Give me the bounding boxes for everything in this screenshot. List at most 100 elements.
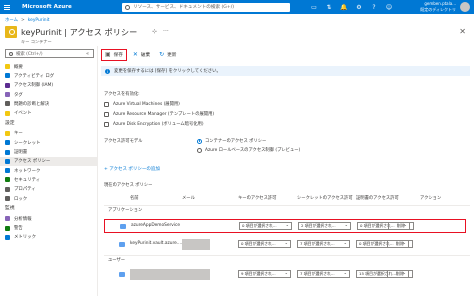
settings-gear-icon[interactable]: ⚙ (355, 4, 363, 11)
command-bar: ▣ 保存 ✕ 破棄 ↻ 更新 (101, 47, 179, 62)
collapse-sidebar-icon[interactable]: « (86, 51, 89, 57)
feedback-icon[interactable]: ☺ (385, 4, 393, 11)
delete-button[interactable]: 削除 (387, 270, 413, 278)
lock-icon (5, 196, 10, 201)
radio-dot[interactable] (197, 147, 202, 153)
sidebar-item-events[interactable]: イベント (0, 108, 97, 117)
sidebar-item-label: ネットワーク (14, 168, 41, 174)
redacted-user (130, 269, 210, 280)
sidebar: 検索 (Ctrl+/) « 概要 アクティビティ ログ アクセス制御 (IAM)… (0, 46, 98, 296)
sidebar-item-label: タグ (14, 92, 23, 98)
sidebar-section-settings: 設定 (5, 120, 15, 126)
sidebar-item-label: 問題の診断と解決 (14, 101, 50, 107)
page-subtitle: キー コンテナー (21, 39, 52, 44)
sidebar-item-metrics[interactable]: メトリック (0, 233, 97, 242)
breadcrumb: ホーム > keyPurinit (5, 18, 50, 23)
sidebar-item-diagnose[interactable]: 問題の診断と解決 (0, 99, 97, 108)
sidebar-item-properties[interactable]: プロパティ (0, 185, 97, 194)
sidebar-item-certificates[interactable]: 証明書 (0, 147, 97, 156)
access-policy-icon (5, 158, 10, 164)
properties-icon (5, 186, 10, 192)
help-icon[interactable]: ? (370, 4, 378, 11)
breadcrumb-home[interactable]: ホーム (5, 18, 18, 23)
refresh-icon: ↻ (159, 51, 165, 58)
disk-encryption-checkbox[interactable]: Azure Disk Encryption (ボリューム暗号化用) (104, 121, 204, 127)
table-row[interactable]: keyPurinit.vault.azure.... 0 項目が選択され... … (104, 238, 466, 252)
sidebar-item-insights[interactable]: 分析情報 (0, 214, 97, 223)
checkbox-label: Azure Virtual Machines (展開用) (113, 102, 180, 107)
save-button[interactable]: ▣ 保存 (101, 48, 127, 61)
permission-model-label: アクセス許可モデル (104, 139, 143, 144)
sidebar-item-label: ロック (14, 196, 28, 202)
vm-deployment-checkbox[interactable]: Azure Virtual Machines (展開用) (104, 101, 180, 107)
sidebar-item-alerts[interactable]: 警告 (0, 223, 97, 232)
sidebar-search-placeholder: 検索 (Ctrl+/) (16, 51, 43, 57)
info-text: 変更を保存するには [保存] をクリックしてください。 (114, 69, 221, 74)
account-menu[interactable]: gemben.ptala... 既定のディレクトリ (420, 1, 470, 13)
wrench-icon (5, 101, 10, 107)
more-icon[interactable]: ··· (163, 28, 169, 35)
key-permissions-select[interactable]: 0 項目が選択され... (239, 222, 292, 230)
save-label: 保存 (113, 52, 123, 58)
secret-permissions-select[interactable]: 7 項目が選択され... (297, 270, 350, 278)
key-permissions-select[interactable]: 9 項目が選択され... (238, 270, 291, 278)
notifications-icon[interactable]: 🔔 (340, 4, 348, 11)
alert-icon (5, 225, 10, 231)
table-row[interactable]: 9 項目が選択され... 7 項目が選択され... 15 項目が選択され... … (104, 268, 466, 282)
discard-icon: ✕ (132, 51, 138, 58)
activity-log-icon (5, 73, 10, 79)
sidebar-item-keys[interactable]: キー (0, 129, 97, 138)
sidebar-item-access-policies[interactable]: アクセス ポリシー (0, 156, 97, 166)
delete-button[interactable]: 削除 (387, 240, 413, 248)
sidebar-item-networking[interactable]: ネットワーク (0, 166, 97, 175)
refresh-button[interactable]: ↻ 更新 (156, 49, 179, 61)
current-policies-label: 現在のアクセス ポリシー (104, 183, 153, 188)
checkbox-box[interactable] (104, 121, 109, 127)
sidebar-item-secrets[interactable]: シークレット (0, 138, 97, 147)
global-search-input[interactable]: リソース、サービス、ドキュメントの検索 (G+/) (122, 2, 290, 12)
sidebar-item-security[interactable]: セキュリティ (0, 175, 97, 184)
arm-deployment-checkbox[interactable]: Azure Resource Manager (テンプレートの展開用) (104, 111, 214, 117)
sidebar-item-overview[interactable]: 概要 (0, 62, 97, 71)
brand-title[interactable]: Microsoft Azure (22, 4, 92, 10)
key-icon (5, 130, 10, 136)
menu-icon[interactable] (0, 0, 14, 14)
sidebar-item-label: 警告 (14, 226, 23, 232)
sidebar-item-tags[interactable]: タグ (0, 90, 97, 99)
discard-button[interactable]: ✕ 破棄 (130, 49, 153, 61)
checkbox-box[interactable] (104, 101, 109, 107)
top-bar: Microsoft Azure リソース、サービス、ドキュメントの検索 (G+/… (0, 0, 474, 14)
sidebar-item-label: メトリック (14, 235, 36, 241)
add-access-policy-link[interactable]: + アクセス ポリシーの追加 (104, 166, 160, 172)
group-users: ユーザー (104, 255, 470, 265)
secret-permissions-select[interactable]: 2 項目が選択され... (298, 222, 351, 230)
sidebar-item-locks[interactable]: ロック (0, 194, 97, 203)
delete-button[interactable]: 削除 (388, 222, 414, 230)
checkbox-box[interactable] (104, 111, 109, 117)
radio-dot[interactable] (197, 138, 202, 144)
secret-permissions-select[interactable]: 7 項目が選択され... (297, 240, 350, 248)
column-header-cert-permissions: 証明書のアクセス許可 (356, 196, 399, 201)
breadcrumb-current[interactable]: keyPurinit (28, 18, 50, 23)
directory-filter-icon[interactable]: ⇅ (325, 4, 333, 11)
rbac-radio[interactable]: Azure ロールベースのアクセス制御 (プレビュー) (197, 147, 300, 153)
row-name: keyPurinit.vault.azure.... (130, 241, 183, 246)
cloud-shell-icon[interactable]: ▭ (310, 4, 318, 11)
sidebar-search-input[interactable]: 検索 (Ctrl+/) (5, 49, 94, 58)
group-applications: アプリケーション (104, 205, 470, 215)
avatar (460, 2, 470, 12)
checkbox-label: Azure Disk Encryption (ボリューム暗号化用) (113, 122, 204, 127)
refresh-label: 更新 (167, 52, 177, 58)
account-directory: 既定のディレクトリ (420, 7, 456, 12)
pin-icon[interactable]: ⊹ (152, 28, 157, 35)
table-row[interactable]: azureAppDemoService 0 項目が選択され... 2 項目が選択… (104, 219, 466, 233)
network-icon (5, 168, 10, 174)
user-icon (119, 272, 125, 277)
iam-icon (5, 82, 10, 88)
close-icon[interactable]: ✕ (459, 27, 466, 36)
vault-access-policy-radio[interactable]: コンテナーのアクセス ポリシー (197, 138, 266, 144)
table-header: 名前 メール キーのアクセス許可 シークレットのアクセス許可 証明書のアクセス許… (104, 195, 470, 203)
sidebar-item-activity-log[interactable]: アクティビティ ログ (0, 71, 97, 80)
key-permissions-select[interactable]: 0 項目が選択され... (238, 240, 291, 248)
sidebar-item-iam[interactable]: アクセス制御 (IAM) (0, 81, 97, 90)
